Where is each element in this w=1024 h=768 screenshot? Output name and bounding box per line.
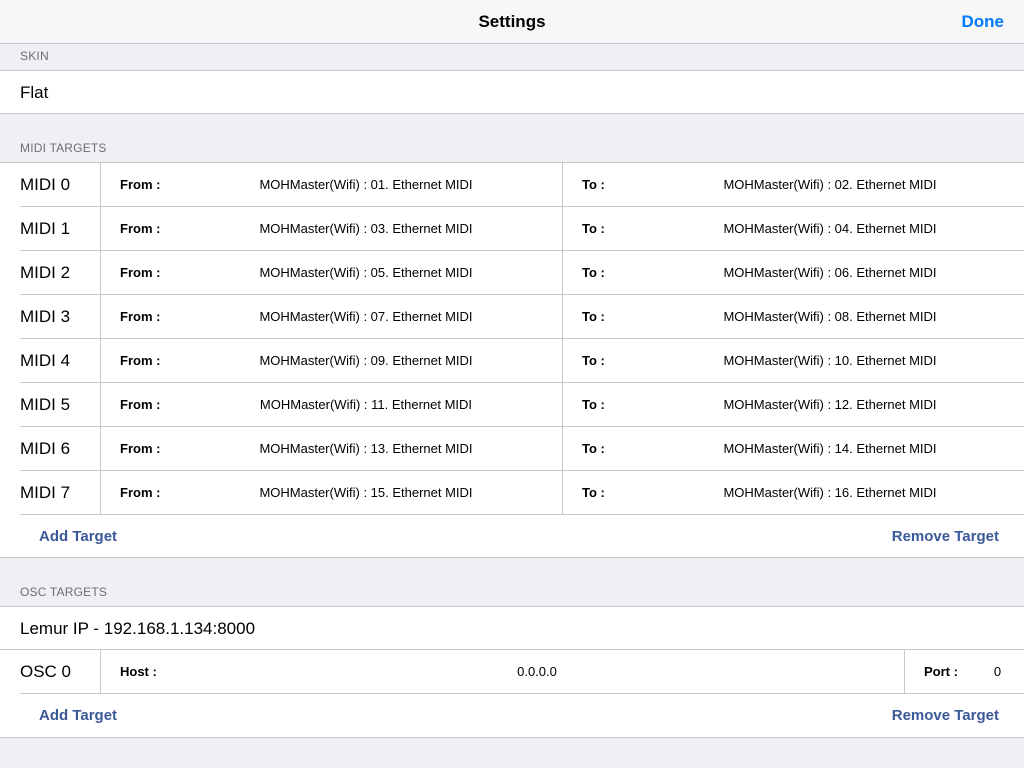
midi-target-row[interactable]: MIDI 7 From : MOHMaster(Wifi) : 15. Ethern… [20, 471, 1024, 515]
midi-to-value[interactable]: MOHMaster(Wifi) : 06. Ethernet MIDI [680, 251, 980, 295]
osc-section-header: OSC TARGETS [20, 585, 108, 599]
to-label: To : [582, 177, 605, 192]
column-divider [562, 207, 563, 250]
midi-to-value[interactable]: MOHMaster(Wifi) : 14. Ethernet MIDI [680, 427, 980, 471]
skin-section-header: SKIN [20, 49, 49, 63]
midi-target-row[interactable]: MIDI 4 From : MOHMaster(Wifi) : 09. Ethern… [20, 339, 1024, 383]
column-divider [562, 163, 563, 206]
to-label: To : [582, 485, 605, 500]
from-label: From : [120, 221, 161, 236]
row-divider [100, 295, 101, 338]
from-label: From : [120, 265, 161, 280]
port-label: Port : [924, 664, 958, 679]
midi-target-name: MIDI 1 [20, 219, 71, 238]
midi-target-name: MIDI 5 [20, 395, 71, 414]
lemur-ip-row: Lemur IP - 192.168.1.134:8000 [0, 607, 1024, 650]
midi-target-row[interactable]: MIDI 1 From : MOHMaster(Wifi) : 03. Ethern… [20, 207, 1024, 251]
midi-target-row[interactable]: MIDI 5 From : MOHMaster(Wifi) : 11. Ethern… [20, 383, 1024, 427]
row-divider [100, 427, 101, 470]
skin-group: Flat [0, 70, 1024, 114]
midi-target-name: MIDI 0 [20, 175, 71, 194]
column-divider [562, 295, 563, 338]
to-label: To : [582, 353, 605, 368]
midi-from-value[interactable]: MOHMaster(Wifi) : 11. Ethernet MIDI [220, 383, 512, 427]
midi-from-value[interactable]: MOHMaster(Wifi) : 05. Ethernet MIDI [220, 251, 512, 295]
midi-to-value[interactable]: MOHMaster(Wifi) : 04. Ethernet MIDI [680, 207, 980, 251]
from-label: From : [120, 353, 161, 368]
midi-from-value[interactable]: MOHMaster(Wifi) : 03. Ethernet MIDI [220, 207, 512, 251]
osc-targets-group: Lemur IP - 192.168.1.134:8000 OSC 0 Host … [0, 606, 1024, 738]
osc-port-value[interactable]: 0 [975, 650, 1020, 694]
midi-from-value[interactable]: MOHMaster(Wifi) : 01. Ethernet MIDI [220, 163, 512, 207]
row-divider [100, 251, 101, 294]
row-divider [100, 383, 101, 426]
from-label: From : [120, 441, 161, 456]
navigation-bar: Settings Done [0, 0, 1024, 44]
midi-from-value[interactable]: MOHMaster(Wifi) : 07. Ethernet MIDI [220, 295, 512, 339]
from-label: From : [120, 397, 161, 412]
page-title: Settings [478, 12, 546, 31]
midi-target-name: MIDI 6 [20, 439, 71, 458]
column-divider [904, 650, 905, 693]
midi-target-row[interactable]: MIDI 6 From : MOHMaster(Wifi) : 13. Ethern… [20, 427, 1024, 471]
midi-rows-list: MIDI 0 From : MOHMaster(Wifi) : 01. Ethern… [0, 163, 1024, 515]
row-divider [100, 207, 101, 250]
midi-section-header: MIDI TARGETS [20, 141, 107, 155]
midi-target-name: MIDI 3 [20, 307, 71, 326]
skin-value-row[interactable]: Flat [0, 71, 1024, 114]
from-label: From : [120, 177, 161, 192]
host-label: Host : [120, 664, 157, 679]
midi-from-value[interactable]: MOHMaster(Wifi) : 09. Ethernet MIDI [220, 339, 512, 383]
midi-actions-row: Add Target Remove Target [0, 515, 1024, 558]
to-label: To : [582, 221, 605, 236]
osc-host-value[interactable]: 0.0.0.0 [440, 650, 634, 694]
row-divider [100, 650, 101, 693]
osc-target-name: OSC 0 [20, 662, 72, 681]
column-divider [562, 383, 563, 426]
to-label: To : [582, 397, 605, 412]
row-divider [100, 339, 101, 382]
midi-target-row[interactable]: MIDI 3 From : MOHMaster(Wifi) : 07. Ethern… [20, 295, 1024, 339]
osc-actions-row: Add Target Remove Target [0, 694, 1024, 737]
midi-target-name: MIDI 2 [20, 263, 71, 282]
midi-targets-group: MIDI 0 From : MOHMaster(Wifi) : 01. Ethern… [0, 162, 1024, 558]
from-label: From : [120, 485, 161, 500]
midi-target-row[interactable]: MIDI 0 From : MOHMaster(Wifi) : 01. Ethern… [20, 163, 1024, 207]
row-divider [100, 471, 101, 514]
osc-add-target-button[interactable]: Add Target [39, 694, 117, 737]
column-divider [562, 251, 563, 294]
done-button[interactable]: Done [962, 0, 1005, 44]
midi-to-value[interactable]: MOHMaster(Wifi) : 02. Ethernet MIDI [680, 163, 980, 207]
osc-rows-list: OSC 0 Host : 0.0.0.0 Port : 0 [0, 650, 1024, 694]
to-label: To : [582, 265, 605, 280]
midi-target-name: MIDI 4 [20, 351, 71, 370]
column-divider [562, 339, 563, 382]
midi-target-row[interactable]: MIDI 2 From : MOHMaster(Wifi) : 05. Ethern… [20, 251, 1024, 295]
midi-to-value[interactable]: MOHMaster(Wifi) : 08. Ethernet MIDI [680, 295, 980, 339]
from-label: From : [120, 309, 161, 324]
row-divider [100, 163, 101, 206]
to-label: To : [582, 441, 605, 456]
to-label: To : [582, 309, 605, 324]
midi-add-target-button[interactable]: Add Target [39, 515, 117, 558]
column-divider [562, 471, 563, 514]
midi-to-value[interactable]: MOHMaster(Wifi) : 10. Ethernet MIDI [680, 339, 980, 383]
osc-remove-target-button[interactable]: Remove Target [892, 694, 999, 737]
midi-from-value[interactable]: MOHMaster(Wifi) : 13. Ethernet MIDI [220, 427, 512, 471]
midi-remove-target-button[interactable]: Remove Target [892, 515, 999, 558]
midi-target-name: MIDI 7 [20, 483, 71, 502]
midi-from-value[interactable]: MOHMaster(Wifi) : 15. Ethernet MIDI [220, 471, 512, 515]
midi-to-value[interactable]: MOHMaster(Wifi) : 16. Ethernet MIDI [680, 471, 980, 515]
column-divider [562, 427, 563, 470]
osc-target-row[interactable]: OSC 0 Host : 0.0.0.0 Port : 0 [20, 650, 1024, 694]
midi-to-value[interactable]: MOHMaster(Wifi) : 12. Ethernet MIDI [680, 383, 980, 427]
